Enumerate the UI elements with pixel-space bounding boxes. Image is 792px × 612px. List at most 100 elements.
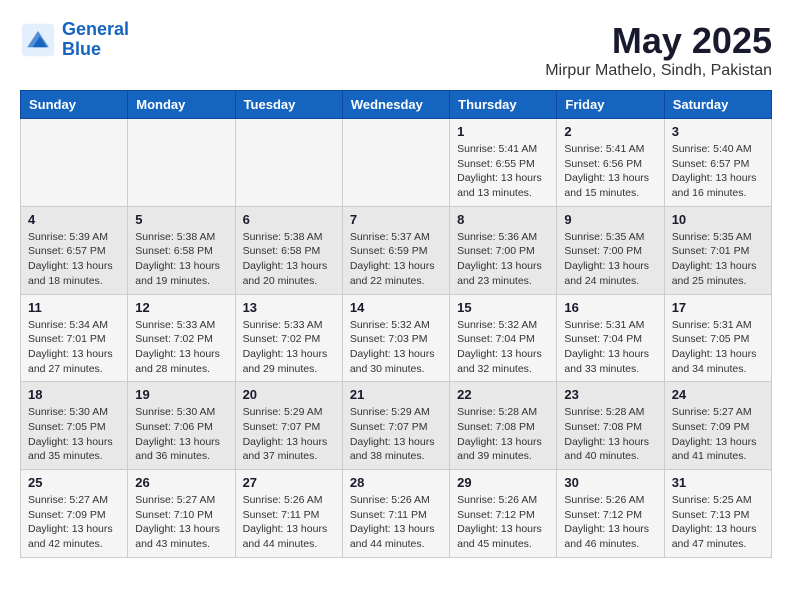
calendar-cell: 16 Sunrise: 5:31 AM Sunset: 7:04 PM Dayli…: [557, 294, 664, 382]
day-number: 2: [564, 124, 656, 139]
calendar-cell: 7 Sunrise: 5:37 AM Sunset: 6:59 PM Daylig…: [342, 206, 449, 294]
day-info: Sunrise: 5:38 AM Sunset: 6:58 PM Dayligh…: [135, 230, 227, 289]
day-info: Sunrise: 5:35 AM Sunset: 7:00 PM Dayligh…: [564, 230, 656, 289]
calendar-cell: [128, 119, 235, 207]
day-info: Sunrise: 5:40 AM Sunset: 6:57 PM Dayligh…: [672, 142, 764, 201]
day-info: Sunrise: 5:26 AM Sunset: 7:11 PM Dayligh…: [243, 493, 335, 552]
calendar-cell: 30 Sunrise: 5:26 AM Sunset: 7:12 PM Dayli…: [557, 470, 664, 558]
day-number: 16: [564, 300, 656, 315]
calendar-cell: 17 Sunrise: 5:31 AM Sunset: 7:05 PM Dayli…: [664, 294, 771, 382]
calendar-cell: 11 Sunrise: 5:34 AM Sunset: 7:01 PM Dayli…: [21, 294, 128, 382]
weekday-header-monday: Monday: [128, 91, 235, 119]
day-info: Sunrise: 5:26 AM Sunset: 7:11 PM Dayligh…: [350, 493, 442, 552]
day-number: 25: [28, 475, 120, 490]
calendar-cell: 6Sunrise: 5:38 AM Sunset: 6:58 PM Daylig…: [235, 206, 342, 294]
day-number: 29: [457, 475, 549, 490]
calendar-cell: 9 Sunrise: 5:35 AM Sunset: 7:00 PM Daylig…: [557, 206, 664, 294]
weekday-header-tuesday: Tuesday: [235, 91, 342, 119]
day-info: Sunrise: 5:31 AM Sunset: 7:05 PM Dayligh…: [672, 318, 764, 377]
weekday-header-row: SundayMondayTuesdayWednesdayThursdayFrid…: [21, 91, 772, 119]
day-info: Sunrise: 5:28 AM Sunset: 7:08 PM Dayligh…: [564, 405, 656, 464]
day-info: Sunrise: 5:41 AM Sunset: 6:55 PM Dayligh…: [457, 142, 549, 201]
day-info: Sunrise: 5:38 AM Sunset: 6:58 PM Dayligh…: [243, 230, 335, 289]
logo: General Blue: [20, 20, 129, 60]
calendar-cell: 21 Sunrise: 5:29 AM Sunset: 7:07 PM Dayli…: [342, 382, 449, 470]
day-number: 17: [672, 300, 764, 315]
calendar-cell: 14 Sunrise: 5:32 AM Sunset: 7:03 PM Dayli…: [342, 294, 449, 382]
day-info: Sunrise: 5:33 AM Sunset: 7:02 PM Dayligh…: [135, 318, 227, 377]
title-block: May 2025 Mirpur Mathelo, Sindh, Pakistan: [545, 20, 772, 80]
weekday-header-thursday: Thursday: [450, 91, 557, 119]
day-info: Sunrise: 5:30 AM Sunset: 7:06 PM Dayligh…: [135, 405, 227, 464]
day-number: 31: [672, 475, 764, 490]
weekday-header-friday: Friday: [557, 91, 664, 119]
day-info: Sunrise: 5:26 AM Sunset: 7:12 PM Dayligh…: [457, 493, 549, 552]
day-number: 30: [564, 475, 656, 490]
day-number: 9: [564, 212, 656, 227]
week-row-2: 4Sunrise: 5:39 AM Sunset: 6:57 PM Daylig…: [21, 206, 772, 294]
day-number: 7: [350, 212, 442, 227]
logo-text: General Blue: [62, 20, 129, 60]
calendar-cell: 3 Sunrise: 5:40 AM Sunset: 6:57 PM Daylig…: [664, 119, 771, 207]
calendar-cell: 20Sunrise: 5:29 AM Sunset: 7:07 PM Dayli…: [235, 382, 342, 470]
day-info: Sunrise: 5:31 AM Sunset: 7:04 PM Dayligh…: [564, 318, 656, 377]
day-number: 23: [564, 387, 656, 402]
calendar-cell: 19 Sunrise: 5:30 AM Sunset: 7:06 PM Dayli…: [128, 382, 235, 470]
weekday-header-wednesday: Wednesday: [342, 91, 449, 119]
calendar-cell: 24Sunrise: 5:27 AM Sunset: 7:09 PM Dayli…: [664, 382, 771, 470]
day-info: Sunrise: 5:28 AM Sunset: 7:08 PM Dayligh…: [457, 405, 549, 464]
day-number: 5: [135, 212, 227, 227]
day-number: 21: [350, 387, 442, 402]
calendar-cell: 18 Sunrise: 5:30 AM Sunset: 7:05 PM Dayli…: [21, 382, 128, 470]
day-number: 4: [28, 212, 120, 227]
day-number: 3: [672, 124, 764, 139]
calendar-cell: 27 Sunrise: 5:26 AM Sunset: 7:11 PM Dayli…: [235, 470, 342, 558]
calendar-cell: 10 Sunrise: 5:35 AM Sunset: 7:01 PM Dayli…: [664, 206, 771, 294]
day-number: 1: [457, 124, 549, 139]
day-info: Sunrise: 5:41 AM Sunset: 6:56 PM Dayligh…: [564, 142, 656, 201]
calendar-cell: 22 Sunrise: 5:28 AM Sunset: 7:08 PM Dayli…: [450, 382, 557, 470]
calendar-cell: 4Sunrise: 5:39 AM Sunset: 6:57 PM Daylig…: [21, 206, 128, 294]
day-number: 18: [28, 387, 120, 402]
week-row-4: 18 Sunrise: 5:30 AM Sunset: 7:05 PM Dayli…: [21, 382, 772, 470]
day-number: 22: [457, 387, 549, 402]
calendar-cell: 1 Sunrise: 5:41 AM Sunset: 6:55 PM Daylig…: [450, 119, 557, 207]
day-info: Sunrise: 5:26 AM Sunset: 7:12 PM Dayligh…: [564, 493, 656, 552]
day-number: 10: [672, 212, 764, 227]
calendar-cell: 13 Sunrise: 5:33 AM Sunset: 7:02 PM Dayli…: [235, 294, 342, 382]
page-header: General Blue May 2025 Mirpur Mathelo, Si…: [20, 20, 772, 80]
week-row-1: 1 Sunrise: 5:41 AM Sunset: 6:55 PM Daylig…: [21, 119, 772, 207]
weekday-header-saturday: Saturday: [664, 91, 771, 119]
location-title: Mirpur Mathelo, Sindh, Pakistan: [545, 62, 772, 80]
day-number: 13: [243, 300, 335, 315]
day-info: Sunrise: 5:27 AM Sunset: 7:09 PM Dayligh…: [28, 493, 120, 552]
day-info: Sunrise: 5:33 AM Sunset: 7:02 PM Dayligh…: [243, 318, 335, 377]
day-info: Sunrise: 5:32 AM Sunset: 7:03 PM Dayligh…: [350, 318, 442, 377]
month-title: May 2025: [545, 20, 772, 62]
day-number: 24: [672, 387, 764, 402]
day-info: Sunrise: 5:34 AM Sunset: 7:01 PM Dayligh…: [28, 318, 120, 377]
day-number: 11: [28, 300, 120, 315]
calendar-cell: [21, 119, 128, 207]
day-number: 27: [243, 475, 335, 490]
day-info: Sunrise: 5:35 AM Sunset: 7:01 PM Dayligh…: [672, 230, 764, 289]
calendar-table: SundayMondayTuesdayWednesdayThursdayFrid…: [20, 90, 772, 558]
calendar-cell: 8Sunrise: 5:36 AM Sunset: 7:00 PM Daylig…: [450, 206, 557, 294]
calendar-cell: 23 Sunrise: 5:28 AM Sunset: 7:08 PM Dayli…: [557, 382, 664, 470]
calendar-cell: [342, 119, 449, 207]
day-info: Sunrise: 5:25 AM Sunset: 7:13 PM Dayligh…: [672, 493, 764, 552]
day-number: 19: [135, 387, 227, 402]
day-info: Sunrise: 5:30 AM Sunset: 7:05 PM Dayligh…: [28, 405, 120, 464]
day-info: Sunrise: 5:29 AM Sunset: 7:07 PM Dayligh…: [350, 405, 442, 464]
day-info: Sunrise: 5:37 AM Sunset: 6:59 PM Dayligh…: [350, 230, 442, 289]
weekday-header-sunday: Sunday: [21, 91, 128, 119]
day-number: 14: [350, 300, 442, 315]
calendar-cell: 28Sunrise: 5:26 AM Sunset: 7:11 PM Dayli…: [342, 470, 449, 558]
day-number: 20: [243, 387, 335, 402]
calendar-cell: 29 Sunrise: 5:26 AM Sunset: 7:12 PM Dayli…: [450, 470, 557, 558]
week-row-5: 25 Sunrise: 5:27 AM Sunset: 7:09 PM Dayli…: [21, 470, 772, 558]
calendar-cell: [235, 119, 342, 207]
day-number: 26: [135, 475, 227, 490]
day-number: 12: [135, 300, 227, 315]
logo-icon: [20, 22, 56, 58]
